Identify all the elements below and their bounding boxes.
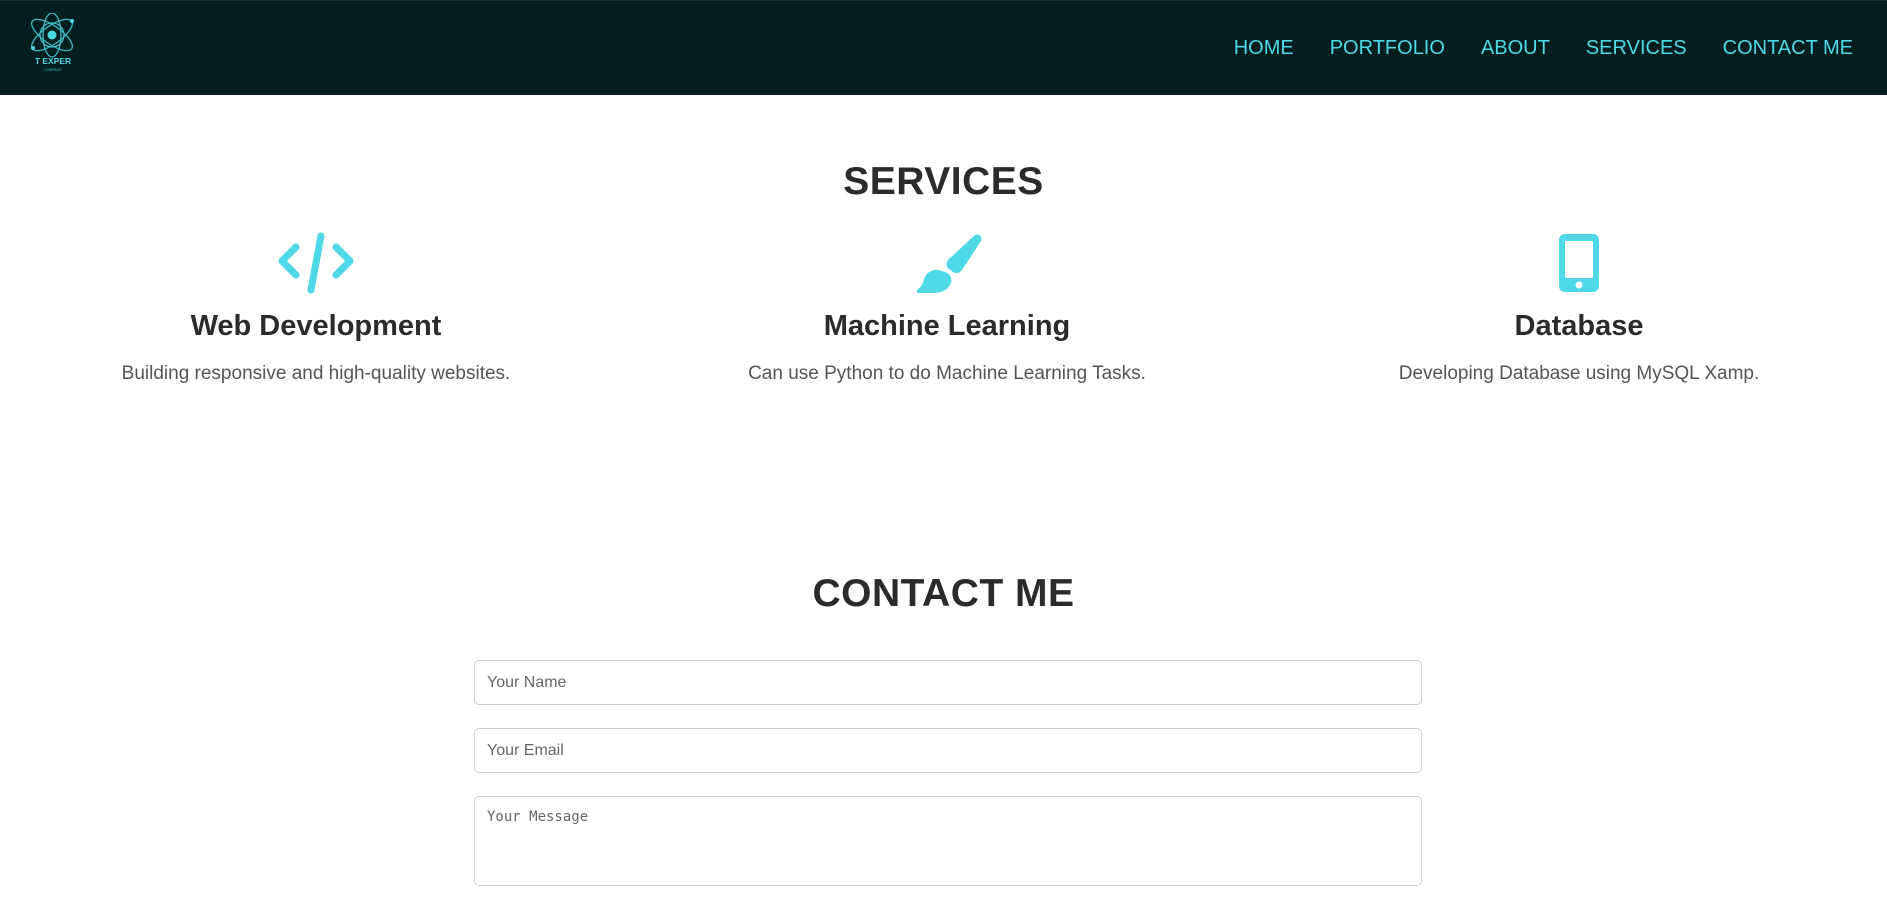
atom-logo-icon: T EXPER COMPANY [31,12,74,72]
nav-link-home[interactable]: HOME [1234,37,1294,60]
top-navbar: T EXPER COMPANY HOME PORTFOLIO ABOUT SER… [0,0,1887,95]
nav-link-about[interactable]: ABOUT [1481,37,1550,60]
service-description: Building responsive and high-quality web… [121,363,511,384]
message-field[interactable] [474,796,1422,886]
logo-text: T EXPER [35,56,71,66]
service-card-machine-learning: Machine Learning Can use Python to do Ma… [667,232,1227,385]
site-logo[interactable]: T EXPER COMPANY [26,12,82,75]
contact-form [474,660,1422,909]
services-heading: SERVICES [843,160,1044,203]
service-title: Machine Learning [823,310,1071,342]
service-card-web-development: Web Development Building responsive and … [36,232,596,385]
name-field[interactable] [474,660,1422,705]
nav-link-portfolio[interactable]: PORTFOLIO [1330,37,1445,60]
nav-link-contact-me[interactable]: CONTACT ME [1723,37,1853,60]
service-title: Web Development [190,310,442,342]
nav-link-services[interactable]: SERVICES [1586,37,1687,60]
service-description: Developing Database using MySQL Xamp. [1398,363,1760,384]
main-nav: HOME PORTFOLIO ABOUT SERVICES CONTACT ME [1198,1,1853,96]
logo-subtext: COMPANY [44,68,62,72]
email-field[interactable] [474,728,1422,773]
service-description: Can use Python to do Machine Learning Ta… [748,363,1146,384]
service-card-database: Database Developing Database using MySQL… [1299,232,1859,385]
contact-heading: CONTACT ME [812,572,1075,615]
code-icon [278,232,354,294]
paint-brush-icon [916,234,982,293]
mobile-phone-icon [1559,234,1599,292]
service-title: Database [1514,310,1644,342]
